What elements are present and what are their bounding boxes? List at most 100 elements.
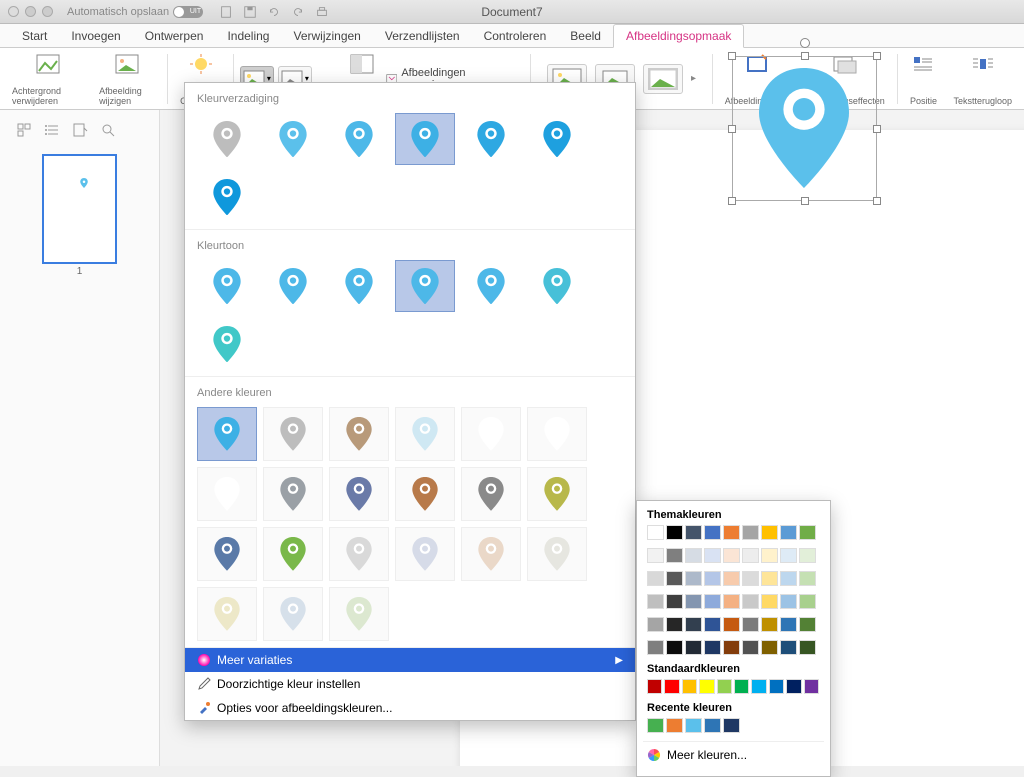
thumbnails-view-icon[interactable] [16, 122, 32, 138]
autosave-toggle[interactable]: UIT [173, 6, 203, 18]
set-transparent-color-item[interactable]: Doorzichtige kleur instellen [185, 672, 635, 696]
tone-swatch[interactable] [461, 260, 521, 312]
theme-shade-swatch[interactable] [647, 617, 664, 632]
theme-color-swatch[interactable] [761, 525, 778, 540]
save-icon[interactable] [243, 5, 257, 19]
theme-shade-swatch[interactable] [704, 640, 721, 655]
standard-color-swatch[interactable] [734, 679, 749, 694]
theme-shade-swatch[interactable] [685, 548, 702, 563]
theme-shade-swatch[interactable] [704, 594, 721, 609]
theme-shade-swatch[interactable] [647, 571, 664, 586]
recolor-swatch[interactable] [197, 467, 257, 521]
resize-handle-se[interactable] [873, 197, 881, 205]
recolor-swatch[interactable] [395, 407, 455, 461]
theme-shade-swatch[interactable] [685, 594, 702, 609]
theme-shade-swatch[interactable] [761, 594, 778, 609]
tone-swatch[interactable] [263, 260, 323, 312]
window-controls[interactable] [8, 6, 53, 17]
print-icon[interactable] [315, 5, 329, 19]
theme-shade-swatch[interactable] [742, 617, 759, 632]
maximize-icon[interactable] [42, 6, 53, 17]
theme-shade-swatch[interactable] [666, 594, 683, 609]
recolor-swatch[interactable] [197, 587, 257, 641]
resize-handle-e[interactable] [873, 125, 881, 133]
saturation-swatch[interactable] [527, 113, 587, 165]
theme-shade-swatch[interactable] [742, 640, 759, 655]
resize-handle-w[interactable] [728, 125, 736, 133]
tab-controleren[interactable]: Controleren [472, 25, 559, 47]
recolor-swatch[interactable] [527, 527, 587, 581]
recolor-swatch[interactable] [461, 527, 521, 581]
theme-shade-swatch[interactable] [799, 617, 816, 632]
theme-shade-swatch[interactable] [723, 640, 740, 655]
outline-view-icon[interactable] [44, 122, 60, 138]
rotate-handle[interactable] [800, 38, 810, 48]
theme-shade-swatch[interactable] [685, 617, 702, 632]
minimize-icon[interactable] [25, 6, 36, 17]
position-button[interactable]: Positie [903, 50, 943, 108]
recolor-swatch[interactable] [461, 407, 521, 461]
theme-shade-swatch[interactable] [723, 548, 740, 563]
recolor-swatch[interactable] [527, 407, 587, 461]
theme-shade-swatch[interactable] [780, 548, 797, 563]
style-preview-3[interactable] [643, 64, 683, 94]
recent-color-swatch[interactable] [647, 718, 664, 733]
standard-color-swatch[interactable] [647, 679, 662, 694]
theme-shade-swatch[interactable] [685, 571, 702, 586]
theme-shade-swatch[interactable] [780, 594, 797, 609]
gallery-more-icon[interactable]: ▸ [691, 73, 696, 84]
change-image-button[interactable]: Afbeelding wijzigen [93, 50, 161, 108]
saturation-swatch[interactable] [461, 113, 521, 165]
theme-shade-swatch[interactable] [799, 640, 816, 655]
more-variations-item[interactable]: Meer variaties ▶ [185, 648, 635, 672]
theme-shade-swatch[interactable] [780, 571, 797, 586]
tone-swatch[interactable] [527, 260, 587, 312]
theme-shade-swatch[interactable] [723, 594, 740, 609]
theme-color-swatch[interactable] [799, 525, 816, 540]
theme-shade-swatch[interactable] [742, 548, 759, 563]
theme-shade-swatch[interactable] [799, 571, 816, 586]
tab-verzendlijsten[interactable]: Verzendlijsten [373, 25, 472, 47]
theme-shade-swatch[interactable] [647, 548, 664, 563]
picture-color-options-item[interactable]: Opties voor afbeeldingskleuren... [185, 696, 635, 720]
recolor-swatch[interactable] [263, 527, 323, 581]
recolor-swatch[interactable] [329, 407, 389, 461]
recolor-swatch[interactable] [263, 407, 323, 461]
theme-color-swatch[interactable] [685, 525, 702, 540]
undo-icon[interactable] [267, 5, 281, 19]
resize-handle-s[interactable] [801, 197, 809, 205]
search-icon[interactable] [100, 122, 116, 138]
theme-shade-swatch[interactable] [799, 594, 816, 609]
theme-shade-swatch[interactable] [761, 640, 778, 655]
saturation-swatch[interactable] [197, 171, 257, 223]
recolor-swatch[interactable] [329, 587, 389, 641]
theme-shade-swatch[interactable] [704, 617, 721, 632]
more-colors-item[interactable]: Meer kleuren... [643, 741, 824, 768]
saturation-swatch[interactable] [263, 113, 323, 165]
resize-handle-n[interactable] [801, 52, 809, 60]
theme-shade-swatch[interactable] [685, 640, 702, 655]
theme-color-swatch[interactable] [647, 525, 664, 540]
tone-swatch[interactable] [395, 260, 455, 312]
tab-beeld[interactable]: Beeld [558, 25, 613, 47]
standard-color-swatch[interactable] [699, 679, 714, 694]
tab-start[interactable]: Start [10, 25, 59, 47]
saturation-swatch[interactable] [395, 113, 455, 165]
resize-handle-ne[interactable] [873, 52, 881, 60]
theme-shade-swatch[interactable] [647, 640, 664, 655]
tab-verwijzingen[interactable]: Verwijzingen [281, 25, 372, 47]
results-view-icon[interactable] [72, 122, 88, 138]
standard-color-swatch[interactable] [682, 679, 697, 694]
standard-color-swatch[interactable] [769, 679, 784, 694]
resize-handle-nw[interactable] [728, 52, 736, 60]
theme-shade-swatch[interactable] [742, 594, 759, 609]
recolor-swatch[interactable] [329, 527, 389, 581]
theme-shade-swatch[interactable] [704, 571, 721, 586]
recolor-swatch[interactable] [527, 467, 587, 521]
theme-color-swatch[interactable] [704, 525, 721, 540]
tab-invoegen[interactable]: Invoegen [59, 25, 132, 47]
standard-color-swatch[interactable] [751, 679, 766, 694]
recent-color-swatch[interactable] [666, 718, 683, 733]
theme-color-swatch[interactable] [780, 525, 797, 540]
recolor-swatch[interactable] [197, 527, 257, 581]
